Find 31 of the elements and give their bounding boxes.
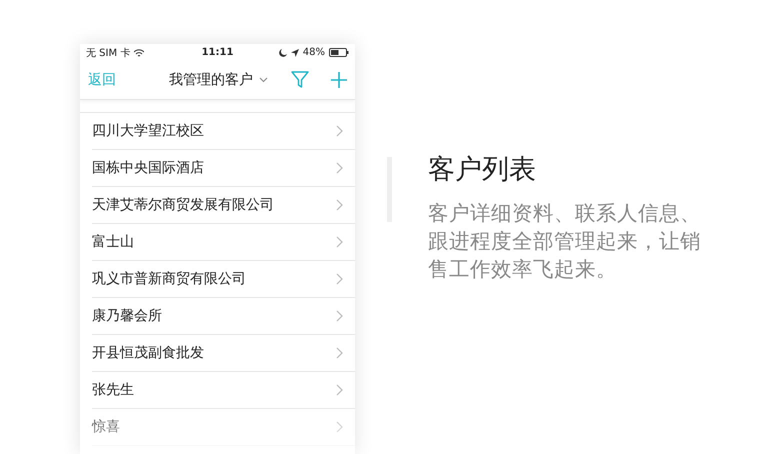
chevron-right-icon [336,273,343,285]
chevron-right-icon [336,310,343,322]
customer-row[interactable]: 康乃馨会所 [92,298,355,335]
chevron-right-icon [336,199,343,211]
chevron-right-icon [336,421,343,433]
moon-icon [278,48,287,56]
location-icon [290,48,299,56]
chevron-right-icon [336,347,343,359]
customer-row[interactable]: 开县恒茂副食批发 [92,335,355,372]
carrier-text: 无 SIM 卡 [86,46,130,60]
customer-row[interactable]: 四川大学望江校区 [92,113,355,150]
time-text: 11:11 [202,47,234,58]
filter-icon[interactable] [291,70,309,90]
add-icon[interactable] [331,72,347,88]
feature-title: 客户列表 [428,154,537,186]
nav-title: 我管理的客户 [169,71,253,89]
chevron-right-icon [336,125,343,137]
dropdown-caret-icon[interactable] [259,77,268,83]
customer-row[interactable]: 惊喜 [92,409,355,446]
customer-row[interactable]: 国栋中央国际酒店 [92,150,355,187]
battery-percent: 48% [302,47,325,58]
chevron-right-icon [336,384,343,396]
battery-icon [329,48,349,57]
chevron-right-icon [336,236,343,248]
customer-row[interactable]: 天津艾蒂尔商贸发展有限公司 [92,187,355,224]
wifi-icon [134,48,144,56]
customer-row[interactable]: 张先生 [92,372,355,409]
chevron-right-icon [336,162,343,174]
feature-description: 客户详细资料、联系人信息、跟进程度全部管理起来，让销售工作效率飞起来。 [428,200,702,284]
customer-row[interactable]: 富士山 [92,224,355,261]
customer-row[interactable]: 巩义市普新商贸有限公司 [92,261,355,298]
